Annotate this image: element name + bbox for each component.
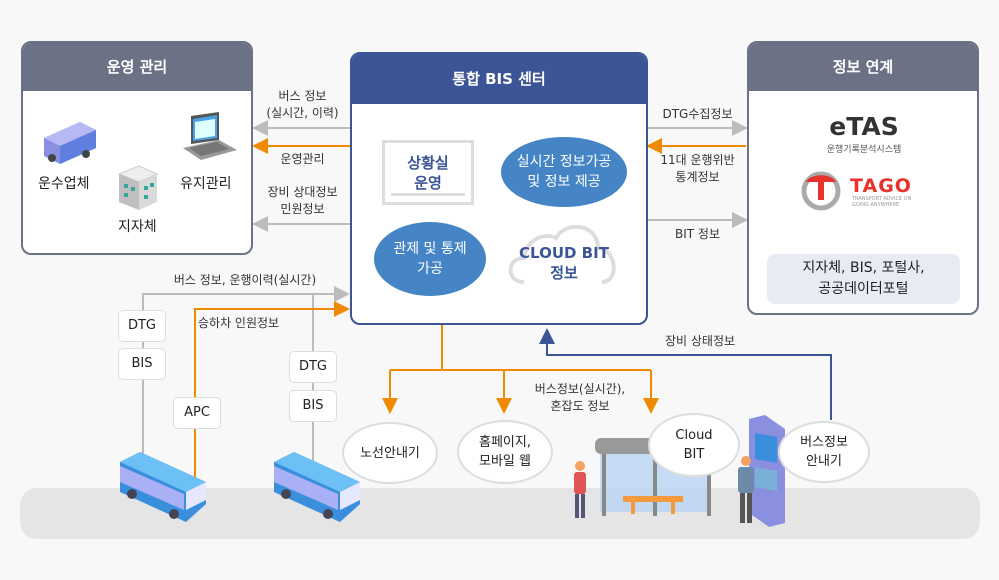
maintenance-label: 유지관리 bbox=[180, 176, 232, 192]
flow-equipment-status: 장비 상태정보 bbox=[664, 334, 736, 348]
bus-info-display-bubble: 버스정보 안내기 bbox=[778, 421, 870, 483]
route-guide-bubble: 노선안내기 bbox=[342, 422, 438, 484]
bus-icon bbox=[44, 122, 96, 164]
bus-icon bbox=[120, 452, 206, 522]
operations-title: 운영 관리 bbox=[23, 43, 251, 91]
cloud-bit-bubble: Cloud BIT bbox=[648, 413, 740, 477]
partner-title: 정보 연계 bbox=[749, 43, 977, 91]
laptop-icon bbox=[183, 112, 237, 160]
tago-logo: TAGO bbox=[850, 175, 912, 197]
center-title: 통합 BIS 센터 bbox=[352, 54, 646, 104]
bus1-dtg-tag: DTG bbox=[118, 310, 166, 342]
etas-subtitle: 운행기록분석시스템 bbox=[826, 145, 902, 155]
flow-operation-mgmt: 운영관리 bbox=[280, 152, 325, 166]
transport-company-label: 운수업체 bbox=[38, 176, 90, 192]
kiosk-icon bbox=[738, 415, 785, 527]
realtime-processing-ellipse: 실시간 정보가공 및 정보 제공 bbox=[501, 137, 627, 207]
homepage-bubble: 홈페이지, 모바일 웹 bbox=[457, 420, 553, 484]
apc-tag: APC bbox=[173, 397, 221, 429]
etas-logo: eTAS bbox=[829, 112, 899, 141]
bus1-bis-tag: BIS bbox=[118, 348, 166, 380]
flow-dtg-collect: DTG수집정보 bbox=[662, 107, 733, 121]
cloud-bit-info: CLOUD BIT 정보 bbox=[519, 244, 609, 282]
building-icon bbox=[117, 165, 159, 210]
tago-subtitle: TRANSPORT ADVICE ON GOING ANYWHERE bbox=[852, 196, 912, 208]
flow-equipment-complaint: 장비 상대정보 민원정보 bbox=[267, 185, 338, 216]
partners-box: 지자체, BIS, 포털사, 공공데이터포털 bbox=[767, 254, 960, 304]
local-government-label: 지자체 bbox=[118, 219, 157, 235]
bus2-dtg-tag: DTG bbox=[289, 351, 337, 383]
flow-violation-stats: 11대 운행위반 통계정보 bbox=[660, 153, 735, 184]
control-processing-ellipse: 관제 및 통제 가공 bbox=[374, 222, 486, 296]
flow-bit-info: BIT 정보 bbox=[675, 227, 720, 241]
flow-bus-history-realtime: 버스 정보, 운행이력(실시간) bbox=[173, 273, 317, 287]
situation-room: 상황실 운영 bbox=[382, 140, 474, 205]
flow-boarding-count: 승하차 인원정보 bbox=[198, 316, 280, 330]
tago-emblem-icon bbox=[801, 171, 841, 211]
bus2-bis-tag: BIS bbox=[289, 390, 337, 422]
flow-bus-info-congestion: 버스정보(실시간), 혼잡도 정보 bbox=[534, 382, 626, 413]
flow-bus-info: 버스 정보 (실시간, 이력) bbox=[266, 89, 339, 120]
